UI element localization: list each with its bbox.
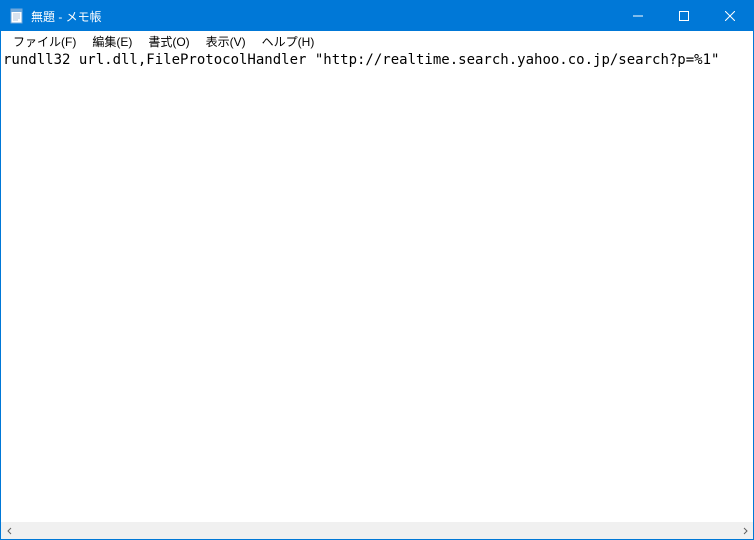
menu-format[interactable]: 書式(O)	[140, 31, 197, 52]
editor-area	[1, 51, 753, 539]
titlebar: 無題 - メモ帳	[1, 1, 753, 31]
scroll-left-arrow-icon[interactable]	[1, 522, 18, 539]
menu-file[interactable]: ファイル(F)	[5, 31, 84, 52]
scroll-track[interactable]	[18, 522, 736, 539]
maximize-button[interactable]	[661, 1, 707, 31]
menu-edit[interactable]: 編集(E)	[84, 31, 140, 52]
text-editor[interactable]	[1, 51, 753, 522]
menu-view[interactable]: 表示(V)	[198, 31, 254, 52]
close-button[interactable]	[707, 1, 753, 31]
scroll-right-arrow-icon[interactable]	[736, 522, 753, 539]
minimize-button[interactable]	[615, 1, 661, 31]
window-controls	[615, 1, 753, 31]
notepad-icon	[9, 8, 25, 24]
menu-help[interactable]: ヘルプ(H)	[254, 31, 323, 52]
window-title: 無題 - メモ帳	[31, 8, 615, 25]
menubar: ファイル(F) 編集(E) 書式(O) 表示(V) ヘルプ(H)	[1, 31, 753, 51]
horizontal-scrollbar[interactable]	[1, 522, 753, 539]
